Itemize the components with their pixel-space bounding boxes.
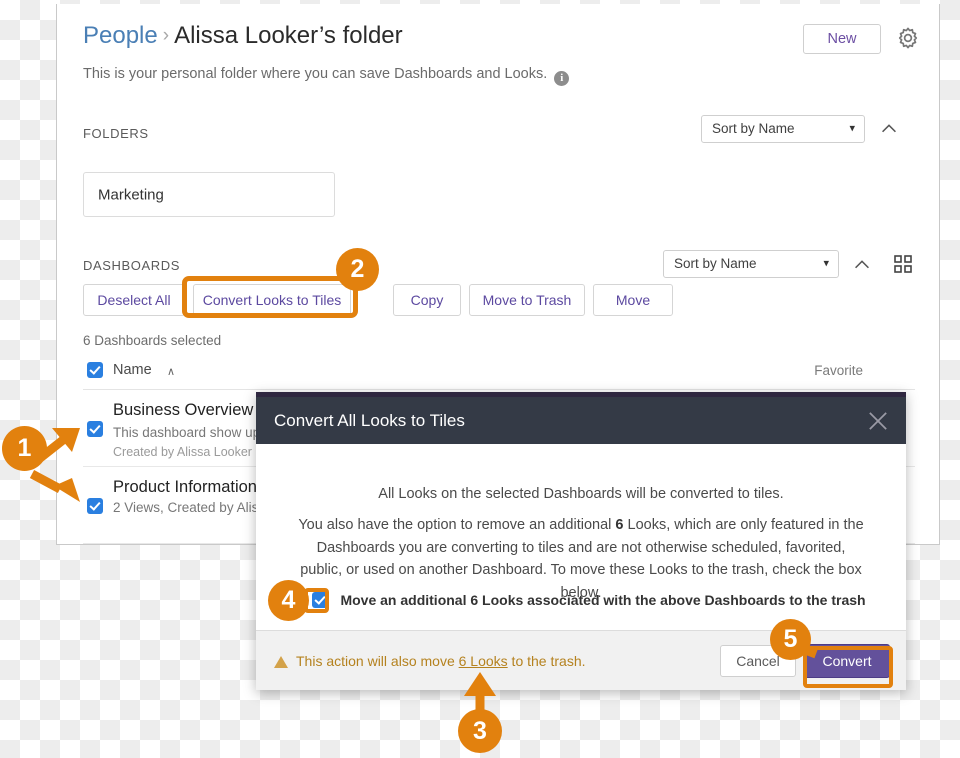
select-all-checkbox[interactable] [87, 362, 103, 378]
footer-warning-prefix: This action will also move [296, 652, 459, 669]
dashboard-description: 2 Views, Created by Alissa [113, 500, 273, 515]
page-title: Alissa Looker’s folder [174, 22, 403, 49]
row-checkbox[interactable] [87, 421, 103, 437]
move-looks-checkbox-row[interactable]: Move an additional 6 Looks associated wi… [312, 592, 866, 610]
gear-icon[interactable] [895, 25, 921, 51]
dashboard-title[interactable]: Business Overview [113, 401, 253, 420]
close-icon[interactable] [864, 407, 892, 435]
footer-warning-suffix: to the trash. [507, 652, 586, 669]
modal-body-paragraph: You also have the option to remove an ad… [296, 514, 866, 604]
column-header-name[interactable]: Name [113, 362, 152, 378]
column-header-favorite: Favorite [814, 363, 863, 378]
annotation-marker-2: 2 [336, 248, 379, 291]
sort-caret-icon: ∧ [167, 366, 176, 378]
folders-section-label: FOLDERS [83, 126, 149, 141]
new-button[interactable]: New [803, 24, 881, 54]
convert-button[interactable]: Convert [804, 643, 890, 678]
breadcrumb-link-people[interactable]: People [83, 22, 158, 49]
breadcrumb: People › Alissa Looker’s folder [83, 22, 403, 50]
footer-warning-link[interactable]: 6 Looks [459, 653, 508, 669]
modal-paragraph-part-1: You also have the option to remove an ad… [298, 517, 616, 533]
annotation-marker-3: 3 [458, 709, 502, 753]
move-looks-checkbox[interactable] [312, 592, 328, 608]
annotation-marker-1: 1 [2, 426, 47, 471]
footer-warning: This action will also move 6 Looks to th… [274, 653, 586, 669]
modal-body-line-1: All Looks on the selected Dashboards wil… [378, 486, 784, 502]
dashboards-collapse-toggle[interactable] [851, 254, 873, 276]
dashboards-sort-select[interactable]: Sort by Name ▾ [663, 250, 839, 278]
folder-description-text: This is your personal folder where you c… [83, 66, 548, 82]
row-checkbox[interactable] [87, 498, 103, 514]
convert-looks-to-tiles-button[interactable]: Convert Looks to Tiles [193, 284, 351, 316]
move-to-trash-button[interactable]: Move to Trash [469, 284, 585, 316]
warning-triangle-icon [274, 655, 288, 668]
deselect-all-button[interactable]: Deselect All [83, 284, 185, 316]
updown-arrows-icon: ▾ [849, 122, 855, 135]
annotation-marker-5: 5 [770, 619, 811, 660]
dashboard-description: This dashboard show up [113, 425, 261, 440]
selected-count-text: 6 Dashboards selected [83, 333, 222, 348]
move-looks-checkbox-label: Move an additional 6 Looks associated wi… [340, 592, 866, 608]
modal-title: Convert All Looks to Tiles [274, 410, 465, 430]
folders-collapse-toggle[interactable] [878, 118, 900, 140]
dashboard-meta: Created by Alissa Looker [113, 445, 252, 459]
folder-card-label: Marketing [98, 186, 164, 203]
info-icon[interactable]: i [554, 71, 570, 86]
folder-card-marketing[interactable]: Marketing [83, 172, 335, 217]
grid-view-icon[interactable] [893, 254, 913, 274]
updown-arrows-icon: ▾ [823, 257, 829, 270]
folders-sort-select[interactable]: Sort by Name ▾ [701, 115, 865, 143]
dashboard-title[interactable]: Product Information [113, 478, 257, 497]
folder-description: This is your personal folder where you c… [83, 66, 570, 86]
modal-body: All Looks on the selected Dashboards wil… [256, 444, 906, 630]
annotation-marker-4: 4 [268, 580, 309, 621]
dashboards-section-label: DASHBOARDS [83, 258, 181, 273]
folders-sort-value: Sort by Name [712, 121, 795, 136]
dashboards-sort-value: Sort by Name [674, 256, 757, 271]
modal-header: Convert All Looks to Tiles [256, 397, 906, 444]
move-button[interactable]: Move [593, 284, 673, 316]
breadcrumb-separator-icon: › [162, 25, 170, 46]
copy-button[interactable]: Copy [393, 284, 461, 316]
dashboard-list-header: Name ∧ Favorite [83, 360, 915, 390]
